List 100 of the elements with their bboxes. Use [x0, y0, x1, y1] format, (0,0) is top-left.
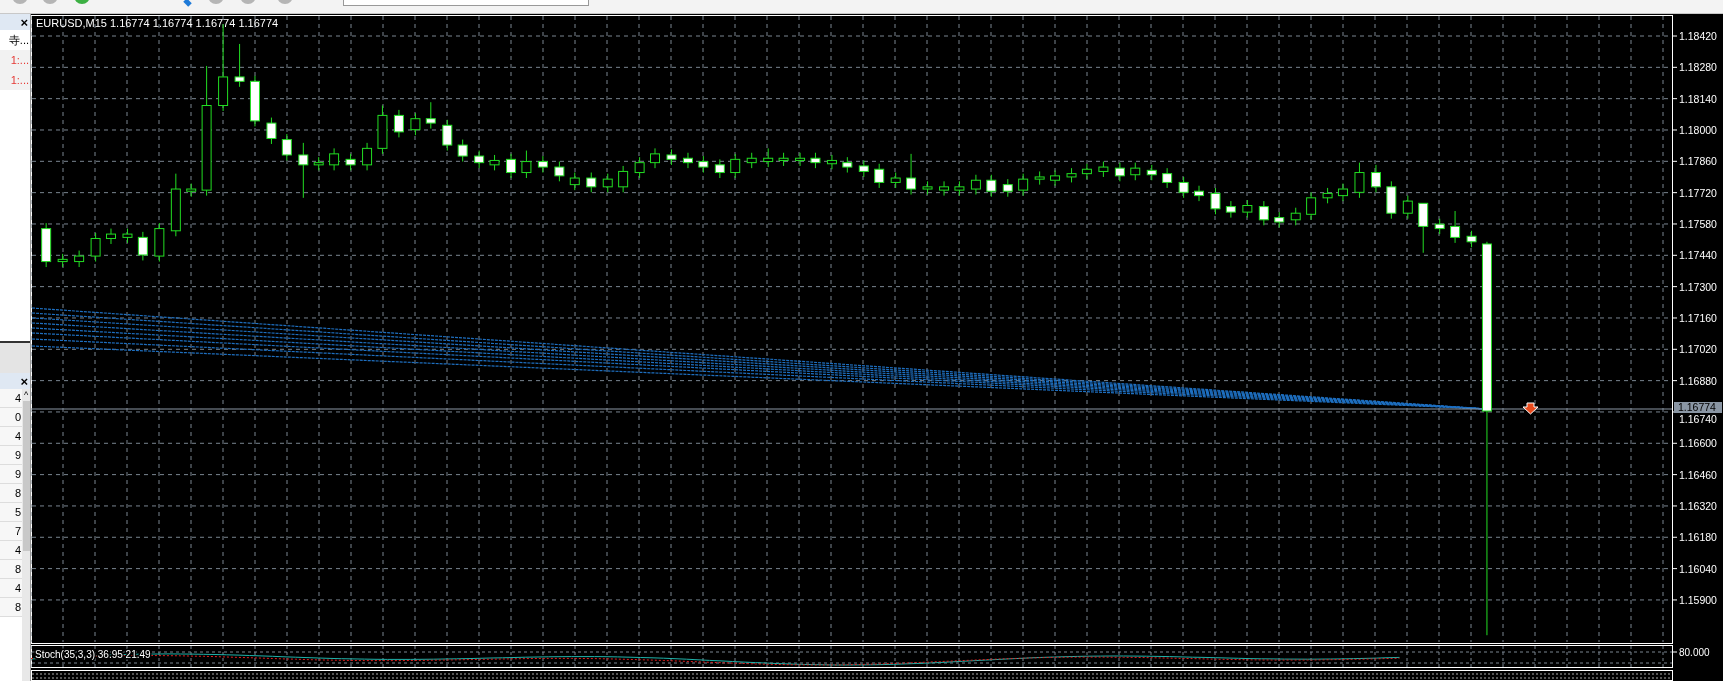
price-label: 1.18140 — [1679, 92, 1717, 105]
price-label: 1.17580 — [1679, 218, 1717, 230]
sell-arrow-icon — [1522, 402, 1539, 415]
candle — [1258, 200, 1269, 226]
candle — [1386, 180, 1397, 220]
candle — [954, 180, 965, 197]
candle — [906, 153, 917, 195]
candle — [298, 142, 309, 199]
candle — [586, 172, 597, 193]
candle — [778, 152, 789, 167]
candle — [1274, 211, 1285, 228]
candle — [890, 172, 901, 189]
price-label: 1.17720 — [1679, 186, 1717, 199]
candle — [618, 165, 629, 193]
candle — [377, 105, 388, 155]
candle — [714, 158, 725, 179]
toolbar-input-field[interactable] — [343, 0, 589, 6]
scrollbar[interactable]: ^ — [22, 389, 30, 681]
price-label: 1.18280 — [1679, 61, 1717, 74]
candle — [1081, 163, 1092, 180]
candle — [922, 180, 933, 195]
candle — [1130, 162, 1141, 181]
list-row[interactable]: 9 — [0, 446, 22, 465]
candle — [457, 139, 468, 163]
candle — [1002, 178, 1013, 198]
scrollbar-thumb[interactable] — [22, 401, 30, 551]
candle — [1018, 173, 1029, 197]
candle — [489, 154, 500, 171]
price-label: 1.16600 — [1679, 437, 1717, 450]
candle — [682, 152, 693, 169]
candle — [666, 148, 677, 166]
list-row[interactable]: 4 — [0, 389, 22, 408]
price-label: 1.16460 — [1679, 468, 1717, 481]
list-row[interactable]: 5 — [0, 503, 22, 522]
candle — [1178, 176, 1189, 199]
price-label: 1.17160 — [1679, 311, 1717, 324]
candle — [410, 112, 421, 136]
candle — [602, 173, 613, 193]
candle — [74, 250, 85, 268]
price-label: 1.16180 — [1679, 531, 1717, 544]
list-row[interactable]: 7 — [0, 522, 22, 541]
list-row[interactable]: 4 — [0, 579, 22, 598]
candle — [249, 75, 260, 127]
list-row[interactable]: 9 — [0, 465, 22, 484]
candle — [281, 133, 292, 161]
candle — [858, 159, 869, 178]
candle — [698, 155, 709, 174]
price-label: 1.18000 — [1679, 124, 1717, 136]
candle — [170, 173, 181, 237]
candle — [1322, 187, 1333, 204]
chart-title: EURUSD,M15 1.16774 1.16774 1.16774 1.16774 — [36, 17, 279, 29]
candle — [186, 183, 197, 198]
candle — [842, 156, 853, 174]
candle — [1402, 195, 1413, 220]
price-label: 1.18420 — [1679, 30, 1717, 42]
candle — [106, 228, 116, 245]
candle — [329, 147, 340, 171]
candle — [970, 174, 981, 195]
candle — [810, 152, 821, 169]
candle — [650, 147, 660, 169]
price-label: 1.15900 — [1679, 593, 1717, 606]
list-row[interactable]: 8 — [0, 484, 22, 503]
toolbar-button-icon[interactable] — [183, 0, 192, 7]
candle — [1098, 161, 1109, 178]
candle — [826, 154, 837, 170]
list-row[interactable]: 4 — [0, 427, 22, 446]
candle — [874, 163, 885, 189]
candle — [1434, 218, 1445, 235]
panel-item[interactable]: 1:... — [0, 70, 30, 90]
candle — [986, 174, 997, 198]
candle — [1242, 199, 1253, 219]
candle — [1466, 230, 1477, 248]
candle — [569, 172, 580, 191]
candle — [137, 231, 148, 261]
candle — [1194, 185, 1204, 202]
candle — [1450, 210, 1461, 244]
candle — [154, 222, 165, 263]
candle — [57, 253, 68, 268]
panel-item[interactable]: 1:... — [0, 50, 30, 70]
price-label: 1.16040 — [1679, 562, 1717, 575]
candle — [393, 109, 404, 138]
candle — [1066, 167, 1077, 183]
list-row[interactable]: 8 — [0, 560, 22, 579]
price-label: 1.16740 — [1679, 412, 1717, 425]
candle — [425, 101, 436, 130]
candle — [939, 180, 950, 197]
candle — [763, 147, 774, 168]
candle — [1225, 200, 1236, 219]
candle — [634, 156, 645, 179]
candle — [1370, 164, 1381, 193]
candle — [362, 142, 373, 171]
candle — [474, 150, 485, 169]
scroll-up-button[interactable]: ^ — [23, 389, 29, 401]
list-row[interactable]: 4 — [0, 541, 22, 560]
list-row[interactable]: 8 — [0, 598, 22, 617]
list-row[interactable]: 0 — [0, 408, 22, 427]
candle — [234, 43, 245, 88]
candle — [521, 150, 532, 179]
candle — [442, 119, 453, 152]
candle — [746, 152, 757, 169]
